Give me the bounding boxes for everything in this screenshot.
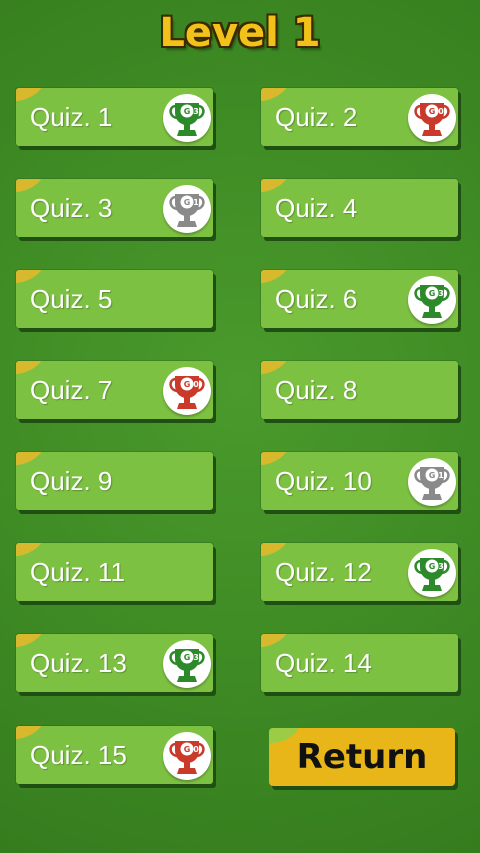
quiz-label: Quiz. 10: [275, 466, 372, 496]
return-label: Return: [296, 737, 428, 777]
quiz-button-12[interactable]: Quiz. 12 G3: [261, 543, 458, 601]
svg-text:G: G: [429, 107, 436, 116]
trophy-score: 3: [438, 562, 444, 571]
trophy-red-icon: G0: [163, 367, 211, 415]
quiz-label: Quiz. 1: [30, 102, 113, 132]
trophy-score: 1: [193, 198, 199, 207]
trophy-score: 3: [193, 107, 199, 116]
quiz-button-11[interactable]: Quiz. 11: [16, 543, 213, 601]
quiz-label: Quiz. 8: [275, 375, 358, 405]
quiz-label: Quiz. 14: [275, 648, 372, 678]
quiz-button-5[interactable]: Quiz. 5: [16, 270, 213, 328]
trophy-gray-icon: G1: [408, 458, 456, 506]
quiz-label: Quiz. 12: [275, 557, 372, 587]
quiz-button-4[interactable]: Quiz. 4: [261, 179, 458, 237]
trophy-score: 3: [438, 289, 444, 298]
trophy-score: 0: [438, 107, 444, 116]
trophy-red-icon: G0: [408, 94, 456, 142]
trophy-score: 0: [193, 380, 199, 389]
trophy-red-icon: G0: [163, 732, 211, 780]
trophy-green-icon: G3: [163, 94, 211, 142]
quiz-label: Quiz. 7: [30, 375, 113, 405]
svg-text:G: G: [184, 380, 191, 389]
quiz-grid: Quiz. 1 G3 Quiz. 2 G0 Quiz. 3 G1 Quiz. 4…: [0, 0, 480, 853]
trophy-score: 3: [193, 653, 199, 662]
svg-text:G: G: [184, 745, 191, 754]
quiz-button-15[interactable]: Quiz. 15 G0: [16, 726, 213, 784]
quiz-label: Quiz. 5: [30, 284, 113, 314]
quiz-button-8[interactable]: Quiz. 8: [261, 361, 458, 419]
quiz-button-13[interactable]: Quiz. 13 G3: [16, 634, 213, 692]
return-button[interactable]: Return: [269, 728, 455, 786]
quiz-button-3[interactable]: Quiz. 3 G1: [16, 179, 213, 237]
quiz-label: Quiz. 11: [30, 557, 125, 587]
quiz-label: Quiz. 4: [275, 193, 358, 223]
quiz-label: Quiz. 3: [30, 193, 113, 223]
quiz-button-10[interactable]: Quiz. 10 G1: [261, 452, 458, 510]
quiz-button-2[interactable]: Quiz. 2 G0: [261, 88, 458, 146]
svg-text:G: G: [184, 198, 191, 207]
quiz-button-6[interactable]: Quiz. 6 G3: [261, 270, 458, 328]
svg-text:G: G: [184, 107, 191, 116]
svg-text:G: G: [429, 562, 436, 571]
trophy-green-icon: G3: [163, 640, 211, 688]
svg-text:G: G: [429, 289, 436, 298]
trophy-gray-icon: G1: [163, 185, 211, 233]
quiz-button-9[interactable]: Quiz. 9: [16, 452, 213, 510]
quiz-label: Quiz. 2: [275, 102, 358, 132]
quiz-button-14[interactable]: Quiz. 14: [261, 634, 458, 692]
trophy-green-icon: G3: [408, 549, 456, 597]
trophy-score: 0: [193, 745, 199, 754]
trophy-green-icon: G3: [408, 276, 456, 324]
quiz-button-1[interactable]: Quiz. 1 G3: [16, 88, 213, 146]
svg-text:G: G: [429, 471, 436, 480]
quiz-button-7[interactable]: Quiz. 7 G0: [16, 361, 213, 419]
quiz-label: Quiz. 13: [30, 648, 127, 678]
quiz-label: Quiz. 6: [275, 284, 358, 314]
quiz-label: Quiz. 15: [30, 740, 127, 770]
quiz-label: Quiz. 9: [30, 466, 113, 496]
trophy-score: 1: [438, 471, 444, 480]
svg-text:G: G: [184, 653, 191, 662]
